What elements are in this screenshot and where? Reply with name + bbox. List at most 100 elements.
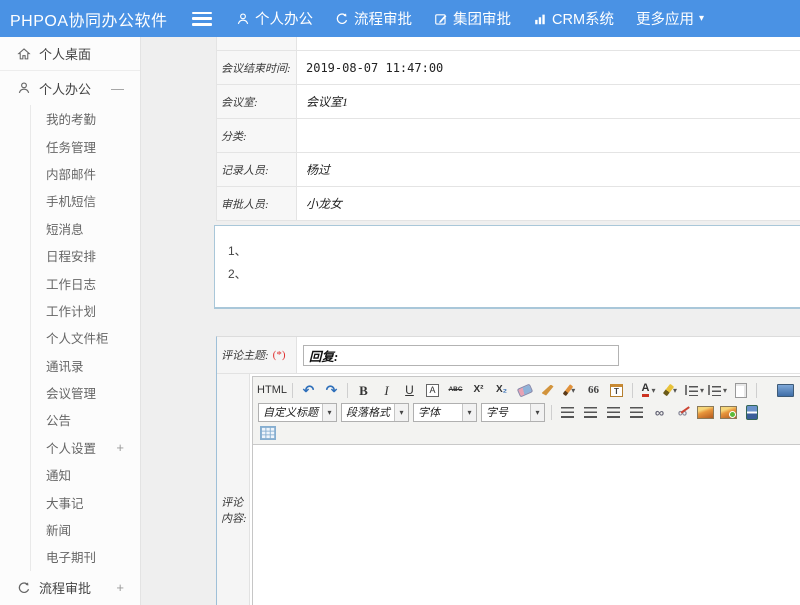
paste-icon xyxy=(610,384,623,397)
nav-item-workflow-approval[interactable]: 流程审批 xyxy=(335,8,412,29)
sidebar-item-新闻[interactable]: 新闻 xyxy=(0,516,140,543)
sidebar-item-工作日志[interactable]: 工作日志 xyxy=(0,269,140,296)
toolbar-separator xyxy=(292,383,293,398)
sidebar-item-内部邮件[interactable]: 内部邮件 xyxy=(0,160,140,187)
nav-item-crm-system[interactable]: CRM系统 xyxy=(533,8,614,29)
toolbar-row-1: HTML↶↷BIUAABCX²X₂▾66A▾▾▾▾ xyxy=(256,379,797,401)
paragraph-format-select[interactable]: 段落格式▾ xyxy=(341,403,409,422)
paste-button[interactable] xyxy=(606,381,627,399)
sidebar-item-电子期刊[interactable]: 电子期刊 xyxy=(0,543,140,570)
meeting-detail-table: 会议结束时间:2019-08-07 11:47:00会议室:会议室1分类:记录人… xyxy=(216,37,800,221)
row-label: 审批人员: xyxy=(217,187,297,220)
align-center-icon xyxy=(584,406,597,418)
redo-button[interactable]: ↷ xyxy=(321,381,342,399)
list-ul-button[interactable]: ▾ xyxy=(707,381,728,399)
toolbar-row-3 xyxy=(256,423,797,443)
sidebar-item-会议管理[interactable]: 会议管理 xyxy=(0,379,140,406)
sidebar-item-个人设置[interactable]: 个人设置+ xyxy=(0,434,140,461)
pen-button[interactable]: ▾ xyxy=(560,381,581,399)
fontcolor-button[interactable]: A▾ xyxy=(638,381,659,399)
table-row: 审批人员:小龙女 xyxy=(217,187,800,221)
row-label: 会议结束时间: xyxy=(217,51,297,84)
source-code-button[interactable]: HTML xyxy=(257,381,287,399)
image-button[interactable] xyxy=(695,403,716,421)
sidebar-item-我的考勤[interactable]: 我的考勤 xyxy=(0,105,140,132)
nav-item-group-approval[interactable]: 集团审批 xyxy=(434,8,511,29)
select-label: 段落格式 xyxy=(342,404,394,420)
screen-button[interactable] xyxy=(775,381,796,399)
sidebar-item-流程审批[interactable]: 流程审批+ xyxy=(0,571,140,605)
editor-content-area[interactable] xyxy=(253,445,800,605)
undo-button[interactable]: ↶ xyxy=(298,381,319,399)
sidebar-item-label: 内部邮件 xyxy=(46,164,96,183)
chevron-down-icon: ▾ xyxy=(394,404,408,421)
toolbar-row-2: 自定义标题▾段落格式▾字体▾字号▾∞∞ xyxy=(256,401,797,423)
custom-heading-select[interactable]: 自定义标题▾ xyxy=(258,403,337,422)
font-size-select[interactable]: 字号▾ xyxy=(481,403,545,422)
align-left-button[interactable] xyxy=(557,403,578,421)
font-family-select[interactable]: 字体▾ xyxy=(413,403,477,422)
sidebar-item-短消息[interactable]: 短消息 xyxy=(0,215,140,242)
quote-button[interactable]: 66 xyxy=(583,381,604,399)
comment-subject-input[interactable] xyxy=(303,345,619,366)
collapse-icon[interactable]: — xyxy=(111,81,124,96)
list-ol-button[interactable]: ▾ xyxy=(684,381,705,399)
sidebar-item-公告[interactable]: 公告 xyxy=(0,406,140,433)
comment-subject-label: 评论主题: (*) xyxy=(217,337,297,373)
image-add-button[interactable] xyxy=(718,403,739,421)
eraser-button[interactable] xyxy=(514,381,535,399)
main-content: 会议结束时间:2019-08-07 11:47:00会议室:会议室1分类:记录人… xyxy=(142,37,800,605)
row-value: 会议室1 xyxy=(297,85,800,118)
image-add-icon xyxy=(720,406,737,419)
link-button[interactable]: ∞ xyxy=(649,403,670,421)
media-button[interactable] xyxy=(741,403,762,421)
expand-icon[interactable]: + xyxy=(116,580,124,595)
fontbox-button[interactable]: A xyxy=(422,381,443,399)
doc-button[interactable] xyxy=(730,381,751,399)
sub-button[interactable]: X₂ xyxy=(491,381,512,399)
sidebar-item-通知[interactable]: 通知 xyxy=(0,461,140,488)
sidebar-item-手机短信[interactable]: 手机短信 xyxy=(0,187,140,214)
sidebar-item-大事记[interactable]: 大事记 xyxy=(0,488,140,515)
row-label: 会议室: xyxy=(217,85,297,118)
italic-button[interactable]: I xyxy=(376,381,397,399)
table-button[interactable] xyxy=(257,424,278,442)
sidebar-item-label: 通知 xyxy=(46,465,71,484)
marker-button[interactable]: ▾ xyxy=(661,381,682,399)
nav-item-personal-office[interactable]: 个人办公 xyxy=(236,8,313,29)
strike-button[interactable]: ABC xyxy=(445,381,466,399)
align-right-button[interactable] xyxy=(603,403,624,421)
sidebar-item-工作计划[interactable]: 工作计划 xyxy=(0,297,140,324)
table-row: 会议室:会议室1 xyxy=(217,85,800,119)
sidebar-item-通讯录[interactable]: 通讯录 xyxy=(0,352,140,379)
bold-button[interactable]: B xyxy=(353,381,374,399)
sidebar-item-个人办公[interactable]: 个人办公— xyxy=(0,71,140,105)
unlink-button[interactable]: ∞ xyxy=(672,403,693,421)
sidebar-item-label: 日程安排 xyxy=(46,246,96,265)
row-value xyxy=(297,119,800,152)
sidebar-item-label: 个人文件柜 xyxy=(46,328,109,347)
broom-button[interactable] xyxy=(537,381,558,399)
align-center-button[interactable] xyxy=(580,403,601,421)
sidebar-item-日程安排[interactable]: 日程安排 xyxy=(0,242,140,269)
screen-icon xyxy=(777,384,794,397)
align-justify-button[interactable] xyxy=(626,403,647,421)
sidebar-item-任务管理[interactable]: 任务管理 xyxy=(0,132,140,159)
sidebar-item-label: 大事记 xyxy=(46,493,84,512)
align-left-icon xyxy=(561,406,574,418)
chevron-down-icon: ▾ xyxy=(530,404,544,421)
comment-content-row: 评论内容: HTML↶↷BIUAABCX²X₂▾66A▾▾▾▾ 自定义标题▾段落… xyxy=(217,374,800,605)
unlink-icon: ∞ xyxy=(678,406,687,419)
underline-button[interactable]: U xyxy=(399,381,420,399)
hamburger-menu-icon[interactable] xyxy=(192,12,212,26)
row-value: 小龙女 xyxy=(297,187,800,220)
sidebar-item-个人桌面[interactable]: 个人桌面 xyxy=(0,37,140,71)
nav-item-more-apps[interactable]: 更多应用▾ xyxy=(636,8,704,29)
sidebar-item-label: 短消息 xyxy=(46,219,84,238)
expand-icon[interactable]: + xyxy=(116,440,124,455)
sup-button[interactable]: X² xyxy=(468,381,489,399)
user-icon xyxy=(236,12,250,26)
toolbar-separator xyxy=(756,383,757,398)
fontbox-icon: A xyxy=(426,384,438,397)
sidebar-item-个人文件柜[interactable]: 个人文件柜 xyxy=(0,324,140,351)
